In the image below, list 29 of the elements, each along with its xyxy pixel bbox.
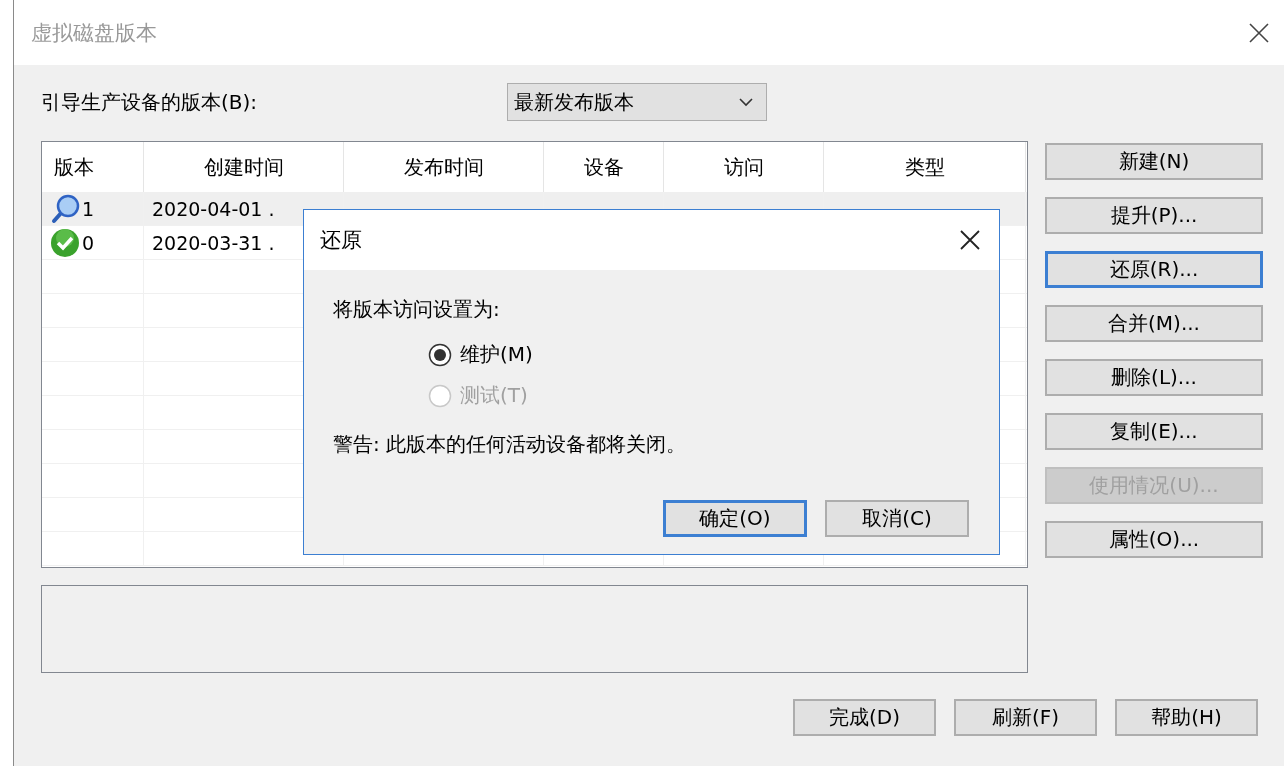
- table-cell: 1: [82, 197, 95, 220]
- caret-icon: [738, 97, 754, 107]
- warning-text: 警告: 此版本的任何活动设备都将关闭。: [333, 431, 688, 458]
- dialog-button[interactable]: 确定(O): [663, 500, 807, 537]
- radio-icon[interactable]: [428, 342, 452, 367]
- version-dropdown[interactable]: 最新发布版本: [507, 83, 767, 121]
- window-title: 虚拟磁盘版本: [31, 19, 157, 47]
- footer-button[interactable]: 完成(D): [793, 699, 936, 736]
- check-circle-icon: [50, 227, 80, 258]
- footer-button[interactable]: 刷新(F): [954, 699, 1097, 736]
- field-label: 引导生产设备的版本(B):: [41, 88, 259, 116]
- table-cell: 2020-04-01 .: [152, 197, 275, 220]
- dialog-title: 还原: [320, 227, 362, 254]
- footer-button[interactable]: 帮助(H): [1115, 699, 1258, 736]
- action-button[interactable]: 合并(M)...: [1045, 305, 1263, 342]
- action-button[interactable]: 删除(L)...: [1045, 359, 1263, 396]
- dialog-button[interactable]: 取消(C): [825, 500, 969, 537]
- action-button[interactable]: 新建(N): [1045, 143, 1263, 180]
- table-cell: 0: [82, 231, 95, 254]
- close-icon[interactable]: [959, 229, 981, 251]
- radio-option[interactable]: 维护(M): [428, 341, 969, 368]
- action-button[interactable]: 提升(P)...: [1045, 197, 1263, 234]
- action-button[interactable]: 属性(O)...: [1045, 521, 1263, 558]
- action-button[interactable]: 复制(E)...: [1045, 413, 1263, 450]
- action-button[interactable]: 还原(R)...: [1045, 251, 1263, 288]
- table-cell: 2020-03-31 .: [152, 231, 275, 254]
- close-icon[interactable]: [1248, 21, 1270, 44]
- magnifier-icon: [50, 193, 80, 224]
- prompt-text: 将版本访问设置为:: [333, 296, 501, 323]
